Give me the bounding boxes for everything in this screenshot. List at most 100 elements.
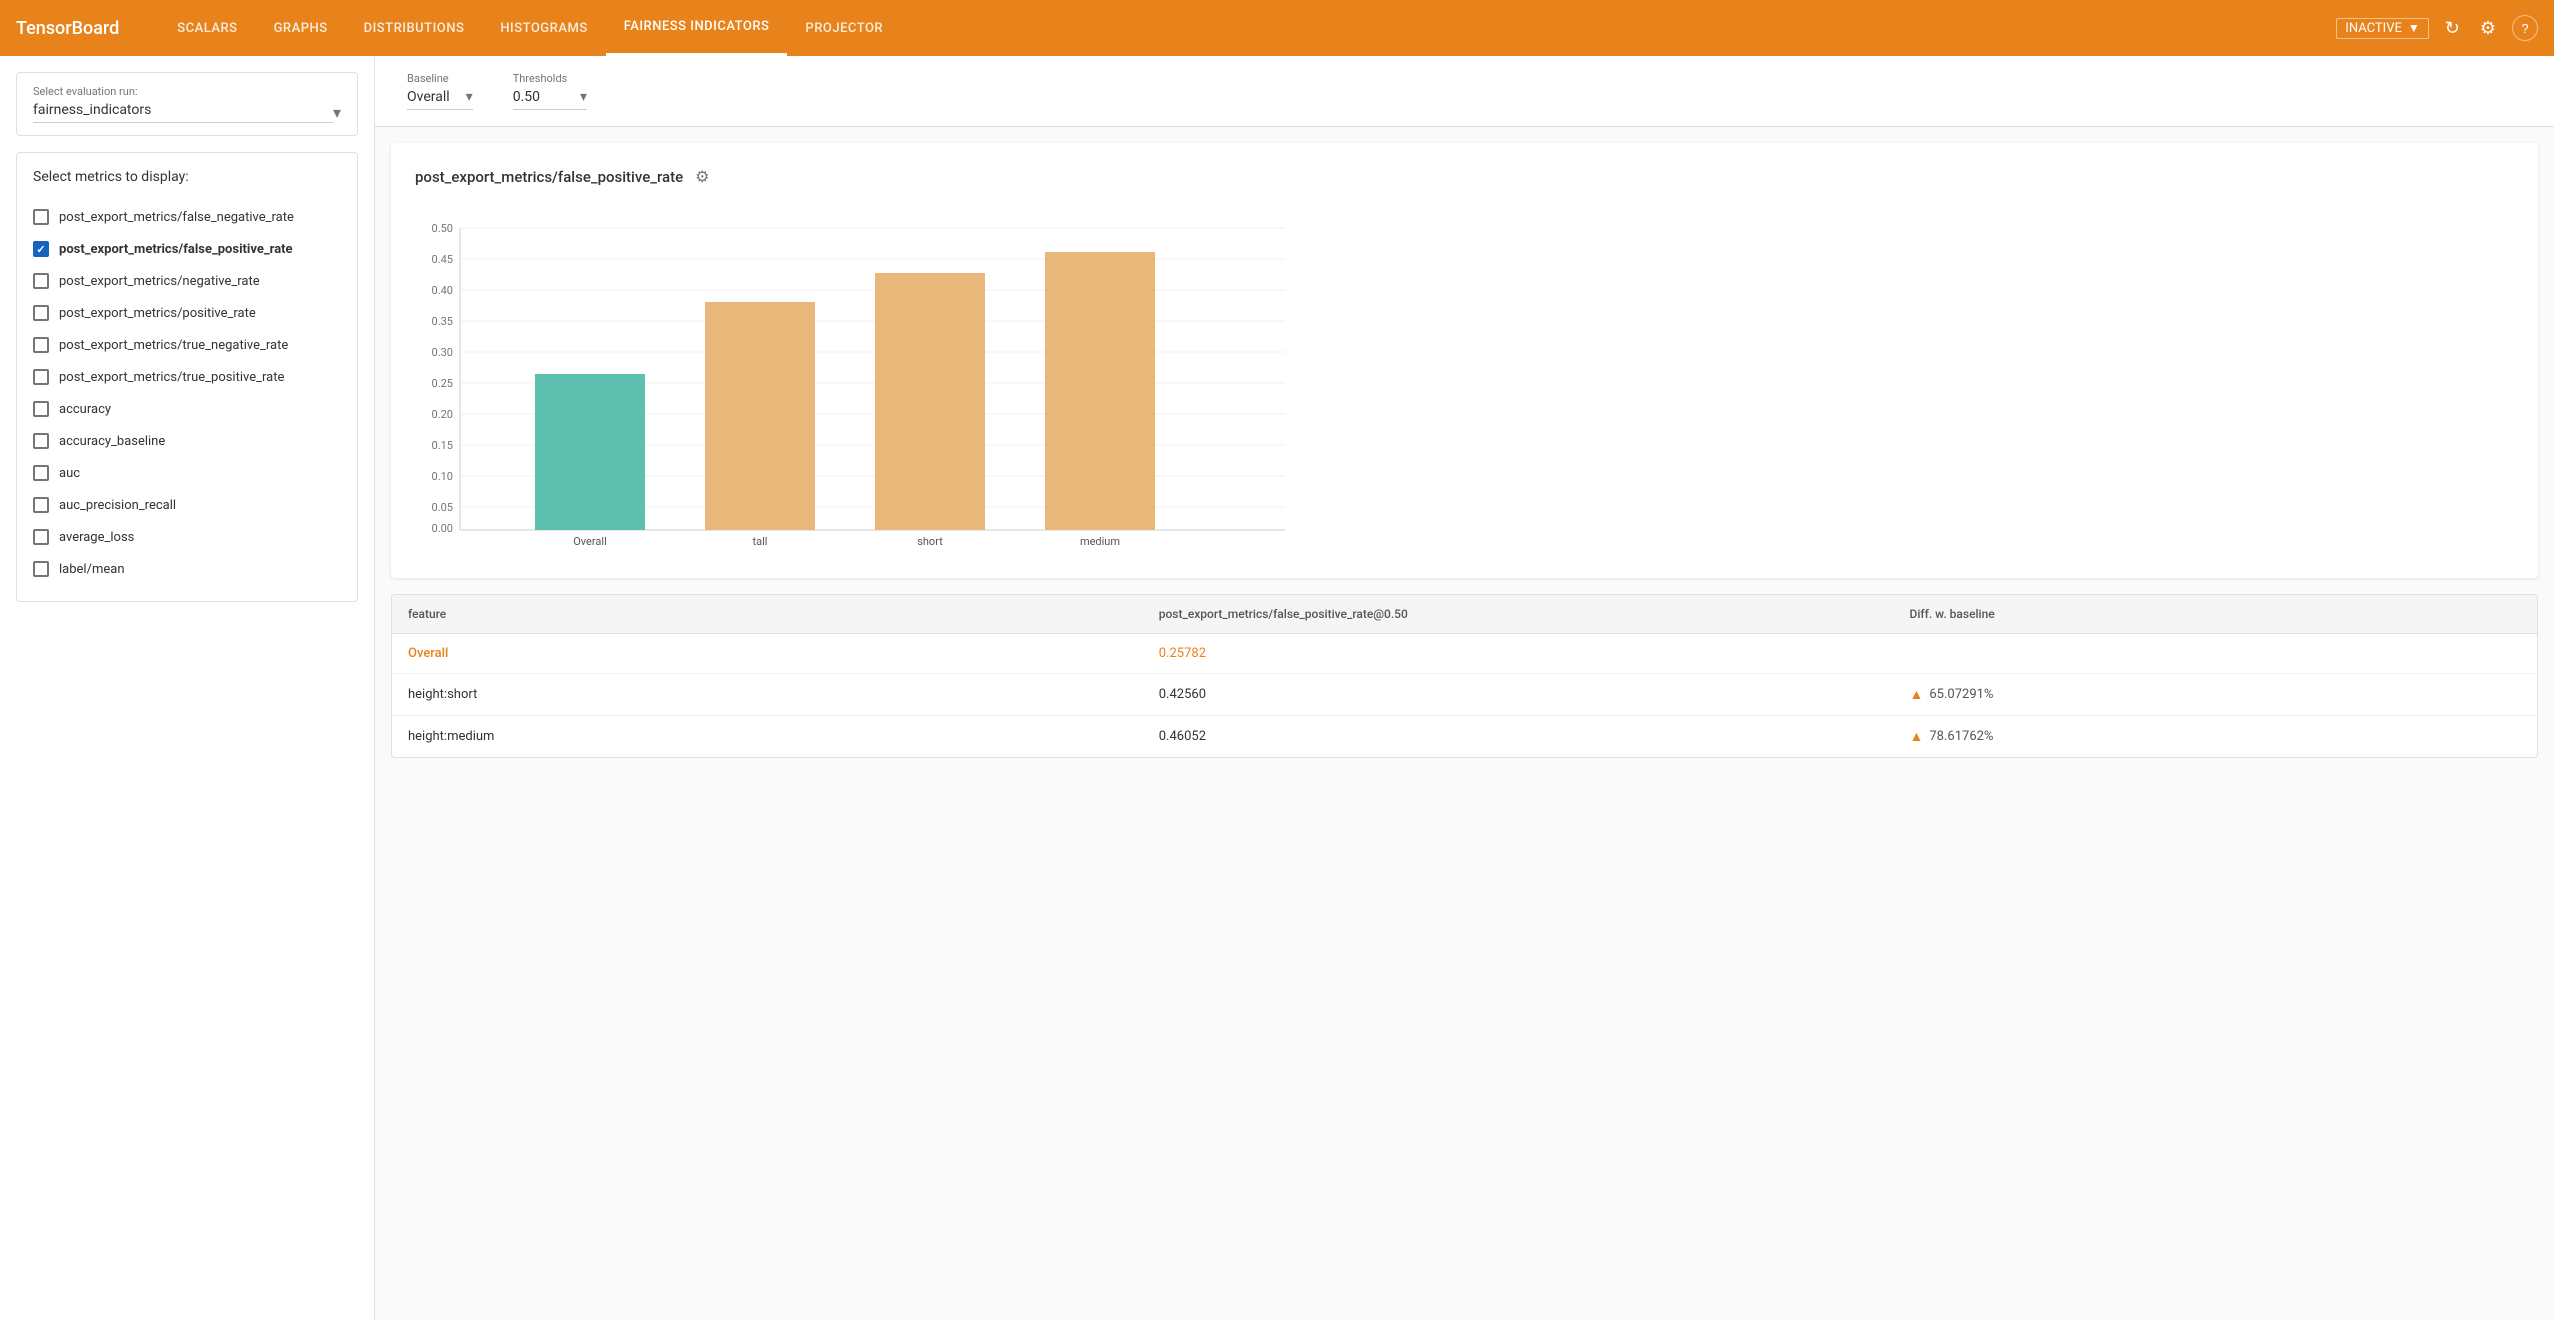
- nav-link-fairness-indicators[interactable]: FAIRNESS INDICATORS: [606, 0, 788, 56]
- metric-checkbox-m10[interactable]: [33, 497, 49, 513]
- metric-item-m8[interactable]: accuracy_baseline: [33, 425, 341, 457]
- refresh-button[interactable]: ↻: [2441, 14, 2464, 43]
- table-header-row: feature post_export_metrics/false_positi…: [392, 595, 2537, 634]
- thresholds-dropdown-arrow[interactable]: ▾: [580, 89, 587, 105]
- nav-link-projector[interactable]: PROJECTOR: [787, 0, 901, 56]
- run-value: fairness_indicators: [33, 102, 333, 123]
- metric-item-m6[interactable]: post_export_metrics/true_positive_rate: [33, 361, 341, 393]
- baseline-dropdown-arrow[interactable]: ▾: [466, 89, 473, 105]
- diff-cell: ▲ 78.61762%: [1910, 728, 2522, 745]
- svg-text:0.30: 0.30: [432, 346, 453, 359]
- content-area: Baseline Overall ▾ Thresholds 0.50 ▾ pos…: [375, 56, 2554, 1320]
- col-metric: post_export_metrics/false_positive_rate@…: [1143, 595, 1894, 634]
- status-dropdown[interactable]: INACTIVE ▼: [2336, 18, 2428, 39]
- bar-chart: 0.50 0.45 0.40 0.35 0.30 0.25 0.20 0.15 …: [415, 210, 1315, 550]
- status-dropdown-arrow[interactable]: ▼: [2408, 21, 2420, 35]
- status-label: INACTIVE: [2345, 21, 2402, 36]
- nav-link-histograms[interactable]: HISTOGRAMS: [482, 0, 605, 56]
- metric-item-m2[interactable]: post_export_metrics/false_positive_rate: [33, 233, 341, 265]
- baseline-control: Baseline Overall ▾: [407, 72, 473, 110]
- app-brand: TensorBoard: [16, 18, 119, 39]
- metric-checkbox-m9[interactable]: [33, 465, 49, 481]
- topnav-right: INACTIVE ▼ ↻ ⚙ ?: [2336, 14, 2538, 43]
- metric-item-m5[interactable]: post_export_metrics/true_negative_rate: [33, 329, 341, 361]
- settings-button[interactable]: ⚙: [2476, 14, 2500, 43]
- metric-item-m11[interactable]: average_loss: [33, 521, 341, 553]
- metric-item-m10[interactable]: auc_precision_recall: [33, 489, 341, 521]
- metric-checkbox-m6[interactable]: [33, 369, 49, 385]
- metric-checkbox-m12[interactable]: [33, 561, 49, 577]
- nav-link-scalars[interactable]: SCALARS: [159, 0, 255, 56]
- thresholds-control: Thresholds 0.50 ▾: [513, 72, 587, 110]
- chart-title: post_export_metrics/false_positive_rate: [415, 168, 683, 186]
- metric-item-m12[interactable]: label/mean: [33, 553, 341, 585]
- chart-title-row: post_export_metrics/false_positive_rate …: [415, 167, 2514, 186]
- svg-text:short: short: [917, 535, 943, 548]
- metric-checkbox-m3[interactable]: [33, 273, 49, 289]
- svg-text:0.00: 0.00: [432, 522, 453, 535]
- metric-label-m10: auc_precision_recall: [59, 498, 176, 513]
- up-arrow-icon: ▲: [1910, 728, 1924, 745]
- metric-checkbox-m2[interactable]: [33, 241, 49, 257]
- nav-link-distributions[interactable]: DISTRIBUTIONS: [346, 0, 483, 56]
- metric-item-m9[interactable]: auc: [33, 457, 341, 489]
- metric-label-m12: label/mean: [59, 562, 125, 577]
- svg-text:0.25: 0.25: [432, 377, 453, 390]
- svg-text:0.05: 0.05: [432, 501, 453, 514]
- metrics-title: Select metrics to display:: [33, 169, 341, 185]
- thresholds-value: 0.50: [513, 89, 540, 105]
- bar-short: [875, 273, 985, 530]
- metric-item-m7[interactable]: accuracy: [33, 393, 341, 425]
- run-dropdown-arrow[interactable]: ▾: [333, 103, 341, 122]
- metric-item-m1[interactable]: post_export_metrics/false_negative_rate: [33, 201, 341, 233]
- svg-text:medium: medium: [1080, 535, 1120, 548]
- diff-cell: ▲ 65.07291%: [1910, 686, 2522, 703]
- svg-text:0.45: 0.45: [432, 253, 453, 266]
- baseline-select[interactable]: Overall ▾: [407, 89, 473, 110]
- sidebar: Select evaluation run: fairness_indicato…: [0, 56, 375, 1320]
- chart-section: post_export_metrics/false_positive_rate …: [391, 143, 2538, 578]
- help-button[interactable]: ?: [2512, 15, 2538, 41]
- cell-feature[interactable]: Overall: [392, 634, 1143, 674]
- thresholds-select[interactable]: 0.50 ▾: [513, 89, 587, 110]
- bar-medium: [1045, 252, 1155, 530]
- bar-overall: [535, 374, 645, 530]
- nav-link-graphs[interactable]: GRAPHS: [256, 0, 346, 56]
- metric-checkbox-m5[interactable]: [33, 337, 49, 353]
- metric-item-m4[interactable]: post_export_metrics/positive_rate: [33, 297, 341, 329]
- metric-checkbox-m8[interactable]: [33, 433, 49, 449]
- cell-value: 0.25782: [1143, 634, 1894, 674]
- metric-checkbox-m7[interactable]: [33, 401, 49, 417]
- topnav: TensorBoard SCALARSGRAPHSDISTRIBUTIONSHI…: [0, 0, 2554, 56]
- baseline-feature-link[interactable]: Overall: [408, 646, 448, 661]
- table-row: Overall 0.25782: [392, 634, 2537, 674]
- svg-text:Overall: Overall: [573, 535, 607, 548]
- col-diff: Diff. w. baseline: [1894, 595, 2538, 634]
- diff-value: 78.61762%: [1929, 729, 1993, 744]
- run-label: Select evaluation run:: [33, 85, 341, 98]
- data-table: feature post_export_metrics/false_positi…: [392, 595, 2537, 757]
- metric-label-m11: average_loss: [59, 530, 134, 545]
- cell-feature: height:short: [392, 674, 1143, 716]
- cell-diff: [1894, 634, 2538, 674]
- svg-text:0.15: 0.15: [432, 439, 453, 452]
- run-select-row[interactable]: fairness_indicators ▾: [33, 102, 341, 123]
- diff-value: 65.07291%: [1929, 687, 1993, 702]
- metric-checkbox-m11[interactable]: [33, 529, 49, 545]
- baseline-value: Overall: [407, 89, 450, 105]
- metric-label-m7: accuracy: [59, 402, 111, 417]
- chart-settings-icon[interactable]: ⚙: [695, 167, 709, 186]
- metric-checkbox-m4[interactable]: [33, 305, 49, 321]
- metric-item-m3[interactable]: post_export_metrics/negative_rate: [33, 265, 341, 297]
- cell-diff: ▲ 78.61762%: [1894, 716, 2538, 758]
- data-table-section: feature post_export_metrics/false_positi…: [391, 594, 2538, 758]
- metrics-list: post_export_metrics/false_negative_ratep…: [33, 201, 341, 585]
- svg-text:0.20: 0.20: [432, 408, 453, 421]
- metric-label-m9: auc: [59, 466, 80, 481]
- main-layout: Select evaluation run: fairness_indicato…: [0, 56, 2554, 1320]
- metric-label-m5: post_export_metrics/true_negative_rate: [59, 338, 288, 353]
- metric-checkbox-m1[interactable]: [33, 209, 49, 225]
- metrics-section: Select metrics to display: post_export_m…: [16, 152, 358, 602]
- svg-text:0.50: 0.50: [432, 222, 453, 235]
- up-arrow-icon: ▲: [1910, 686, 1924, 703]
